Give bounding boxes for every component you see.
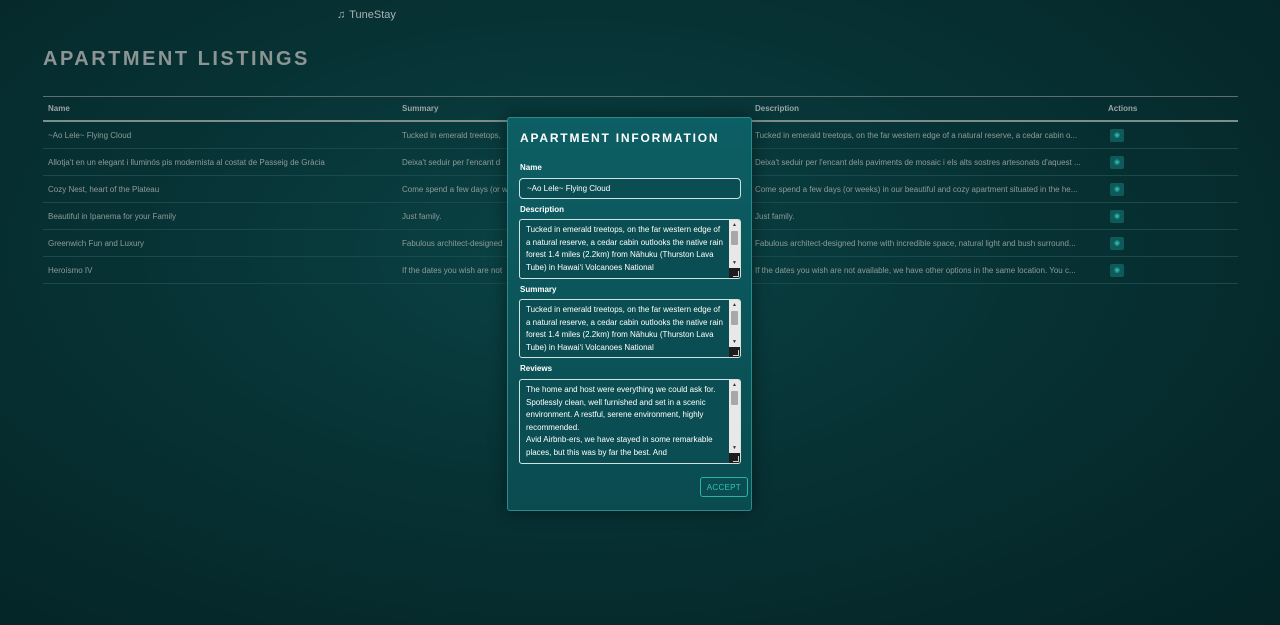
scroll-down-icon[interactable]: ▼ xyxy=(729,444,740,453)
cell-actions: ◉ xyxy=(1103,202,1238,230)
cell-name: Heroísmo IV xyxy=(43,256,397,284)
view-button[interactable]: ◉ xyxy=(1110,182,1124,196)
summary-textarea[interactable]: Tucked in emerald treetops, on the far w… xyxy=(519,299,741,358)
cell-name: ~Ao Lele~ Flying Cloud xyxy=(43,121,397,149)
view-button[interactable]: ◉ xyxy=(1110,209,1124,223)
reviews-text: The home and host were everything we cou… xyxy=(526,385,716,457)
reviews-textarea[interactable]: The home and host were everything we cou… xyxy=(519,379,741,464)
brand[interactable]: ♫ TuneStay xyxy=(337,9,396,21)
reviews-label: Reviews xyxy=(520,364,553,373)
column-header-actions: Actions xyxy=(1108,104,1138,113)
cell-description: Just family. xyxy=(750,202,1103,230)
view-button[interactable]: ◉ xyxy=(1110,236,1124,250)
reviews-scrollbar[interactable]: ▲ ▼ xyxy=(729,380,740,463)
view-button[interactable]: ◉ xyxy=(1110,263,1124,277)
resize-handle[interactable] xyxy=(729,453,740,463)
accept-button[interactable]: ACCEPT xyxy=(699,477,748,497)
music-note-icon: ♫ xyxy=(337,9,346,21)
cell-actions: ◉ xyxy=(1103,148,1238,176)
eye-icon: ◉ xyxy=(1113,131,1121,139)
cell-actions: ◉ xyxy=(1103,256,1238,284)
scroll-up-icon[interactable]: ▲ xyxy=(729,381,740,390)
eye-icon: ◉ xyxy=(1113,158,1121,166)
summary-label: Summary xyxy=(520,285,557,294)
description-text: Tucked in emerald treetops, on the far w… xyxy=(526,225,724,272)
cell-name: Cozy Nest, heart of the Plateau xyxy=(43,175,397,203)
eye-icon: ◉ xyxy=(1113,212,1121,220)
scroll-thumb[interactable] xyxy=(731,311,738,325)
scroll-up-icon[interactable]: ▲ xyxy=(729,221,740,230)
cell-name: Allotja't en un elegant i lluminós pis m… xyxy=(43,148,397,176)
cell-description: If the dates you wish are not available,… xyxy=(750,256,1103,284)
column-header-name: Name xyxy=(48,104,70,113)
scroll-up-icon[interactable]: ▲ xyxy=(729,301,740,310)
eye-icon: ◉ xyxy=(1113,266,1121,274)
view-button[interactable]: ◉ xyxy=(1110,155,1124,169)
cell-actions: ◉ xyxy=(1103,229,1238,257)
eye-icon: ◉ xyxy=(1113,239,1121,247)
cell-name: Beautiful in Ipanema for your Family xyxy=(43,202,397,230)
name-input[interactable] xyxy=(519,178,741,199)
brand-name: TuneStay xyxy=(349,9,396,21)
resize-handle[interactable] xyxy=(729,347,740,357)
cell-description: Fabulous architect-designed home with in… xyxy=(750,229,1103,257)
scroll-thumb[interactable] xyxy=(731,391,738,405)
scroll-thumb[interactable] xyxy=(731,231,738,245)
eye-icon: ◉ xyxy=(1113,185,1121,193)
column-header-description: Description xyxy=(755,104,800,113)
page-title: APARTMENT LISTINGS xyxy=(43,48,310,70)
name-label: Name xyxy=(520,163,542,172)
cell-description: Come spend a few days (or weeks) in our … xyxy=(750,175,1103,203)
scroll-down-icon[interactable]: ▼ xyxy=(729,338,740,347)
scroll-down-icon[interactable]: ▼ xyxy=(729,259,740,268)
view-button[interactable]: ◉ xyxy=(1110,128,1124,142)
modal-title: APARTMENT INFORMATION xyxy=(520,131,720,145)
cell-description: Deixa't seduir per l'encant dels pavimen… xyxy=(750,148,1103,176)
description-label: Description xyxy=(520,205,565,214)
cell-name: Greenwich Fun and Luxury xyxy=(43,229,397,257)
cell-actions: ◉ xyxy=(1103,121,1238,149)
description-textarea[interactable]: Tucked in emerald treetops, on the far w… xyxy=(519,219,741,279)
cell-actions: ◉ xyxy=(1103,175,1238,203)
resize-handle[interactable] xyxy=(729,268,740,278)
summary-text: Tucked in emerald treetops, on the far w… xyxy=(526,305,724,352)
cell-description: Tucked in emerald treetops, on the far w… xyxy=(750,121,1103,149)
apartment-info-modal: APARTMENT INFORMATION Name Description T… xyxy=(507,117,752,511)
